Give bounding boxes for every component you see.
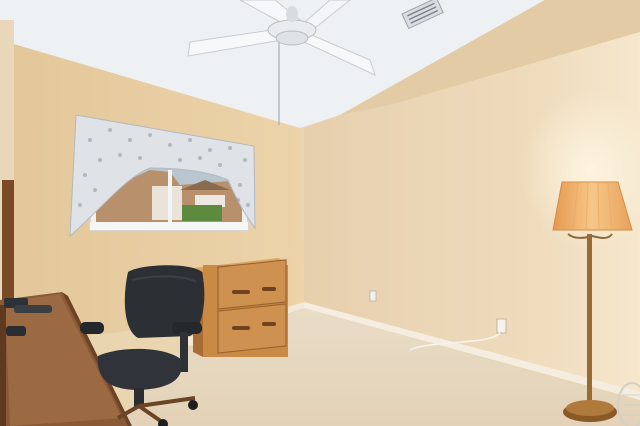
room-photo — [0, 0, 640, 426]
door-frame-shadow — [2, 180, 14, 300]
wooden-file-cabinet — [193, 258, 288, 357]
outlet-right — [496, 318, 507, 334]
room-illustration — [0, 0, 640, 426]
outlet-left — [369, 290, 377, 302]
